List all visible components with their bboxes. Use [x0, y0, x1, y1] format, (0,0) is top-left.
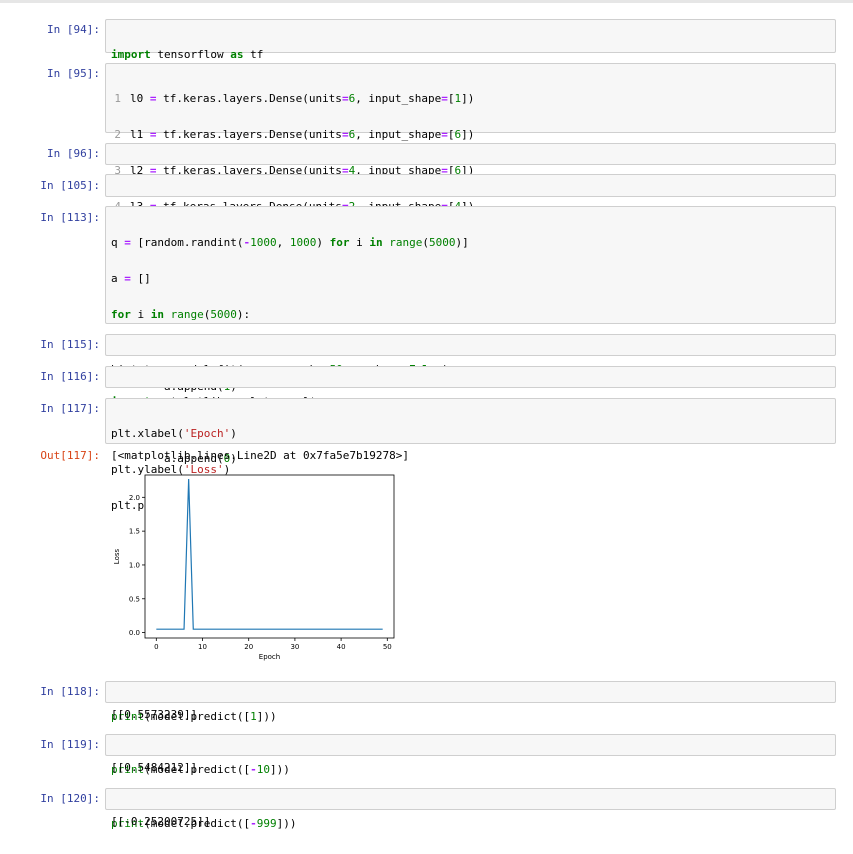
code-editor[interactable]: histoty = model.fit(q, a, epochs=50, ver… [105, 334, 836, 376]
code-cell-120: In [120]: print(model.predict([-999])) [0, 788, 853, 830]
code-editor[interactable]: plt.xlabel('Epoch') plt.ylabel('Loss') p… [105, 398, 836, 512]
output-text: [[0.5484212]] [111, 761, 198, 774]
code-editor[interactable]: print(model.predict([-999])) [105, 788, 836, 830]
code-cell-96: In [96]: model = tf.keras.Sequential([l0… [0, 143, 853, 185]
code-cell-116: In [116]: import matplotlib.pyplot as pl… [0, 366, 853, 408]
x-tick-label: 40 [337, 643, 346, 651]
code-editor[interactable]: import matplotlib.pyplot as plt [105, 366, 836, 408]
x-tick-label: 50 [383, 643, 392, 651]
code-editor[interactable]: print(model.predict([1])) [105, 681, 836, 723]
output-prompt: Out[117]: [40, 449, 100, 462]
plot-layer: 0 10 20 30 40 50 0.0 0.5 1.0 1.5 2.0 Epoch Loss [113, 474, 395, 661]
code-cell-113: In [113]: q = [random.randint(-1000, 100… [0, 206, 853, 465]
y-tick-label: 2.0 [129, 494, 140, 502]
y-tick-label: 1.5 [129, 528, 140, 536]
x-tick-label: 30 [290, 643, 299, 651]
code-cell-95: In [95]: 1 2 3 4 5 l0 = tf.keras.layers.… [0, 63, 853, 249]
x-tick-label: 10 [198, 643, 207, 651]
code-editor[interactable]: model.compile(loss='Huber', optimizer=tf… [105, 174, 836, 217]
code-editor[interactable]: import tensorflow as tf import random [105, 19, 836, 97]
axes-frame [144, 474, 395, 639]
code-editor[interactable]: model = tf.keras.Sequential([l0, l1, l2,… [105, 143, 836, 185]
input-prompt: In [96]: [47, 147, 100, 160]
input-prompt: In [119]: [40, 738, 100, 751]
x-tick-label: 20 [244, 643, 253, 651]
code-line: l1 = tf.keras.layers.Dense(units=6, inpu… [130, 128, 475, 141]
code-line: a = [] [111, 272, 151, 285]
output-text: [[-0.25200725]] [111, 815, 211, 828]
code-editor[interactable]: print(model.predict([-10])) [105, 734, 836, 776]
output-text: [<matplotlib.lines.Line2D at 0x7fa5e7b19… [111, 449, 410, 462]
code-line: q = [random.randint(-1000, 1000) for i i… [111, 236, 469, 249]
code-cell-105: In [105]: model.compile(loss='Huber', op… [0, 174, 853, 217]
line-number: 2 [114, 128, 121, 141]
y-tick-label: 1.0 [129, 561, 140, 569]
code-cell-115: In [115]: histoty = model.fit(q, a, epoc… [0, 334, 853, 376]
input-prompt: In [116]: [40, 370, 100, 383]
loss-plot: 0 10 20 30 40 50 0.0 0.5 1.0 1.5 2.0 Epoch Loss [113, 474, 395, 661]
code-line: plt.xlabel('Epoch') [111, 427, 237, 440]
input-prompt: In [105]: [40, 179, 100, 192]
x-tick-label: 0 [154, 643, 158, 651]
line-number: 1 [114, 92, 121, 105]
code-line: l0 = tf.keras.layers.Dense(units=6, inpu… [130, 92, 475, 105]
input-prompt: In [117]: [40, 402, 100, 415]
code-cell-94: In [94]: import tensorflow as tf import … [0, 19, 853, 97]
code-cell-118: In [118]: print(model.predict([1])) [0, 681, 853, 723]
input-prompt: In [115]: [40, 338, 100, 351]
x-axis-label: Epoch [259, 653, 280, 661]
input-prompt: In [120]: [40, 792, 100, 805]
top-border [0, 0, 853, 3]
input-prompt: In [95]: [47, 67, 100, 80]
code-editor[interactable]: 1 2 3 4 5 l0 = tf.keras.layers.Dense(uni… [105, 63, 836, 249]
code-line: for i in range(5000): [111, 308, 251, 321]
code-cell-117: In [117]: plt.xlabel('Epoch') plt.ylabel… [0, 398, 853, 512]
output-text: [[0.5573239]] [111, 708, 198, 721]
y-tick-label: 0.0 [129, 629, 140, 637]
y-axis-label: Loss [113, 548, 121, 564]
code-editor[interactable]: q = [random.randint(-1000, 1000) for i i… [105, 206, 836, 465]
input-prompt: In [118]: [40, 685, 100, 698]
input-prompt: In [113]: [40, 211, 100, 224]
input-prompt: In [94]: [47, 23, 100, 36]
code-line: import tensorflow as tf [111, 48, 264, 61]
code-cell-119: In [119]: print(model.predict([-10])) [0, 734, 853, 776]
y-tick-label: 0.5 [129, 595, 140, 603]
